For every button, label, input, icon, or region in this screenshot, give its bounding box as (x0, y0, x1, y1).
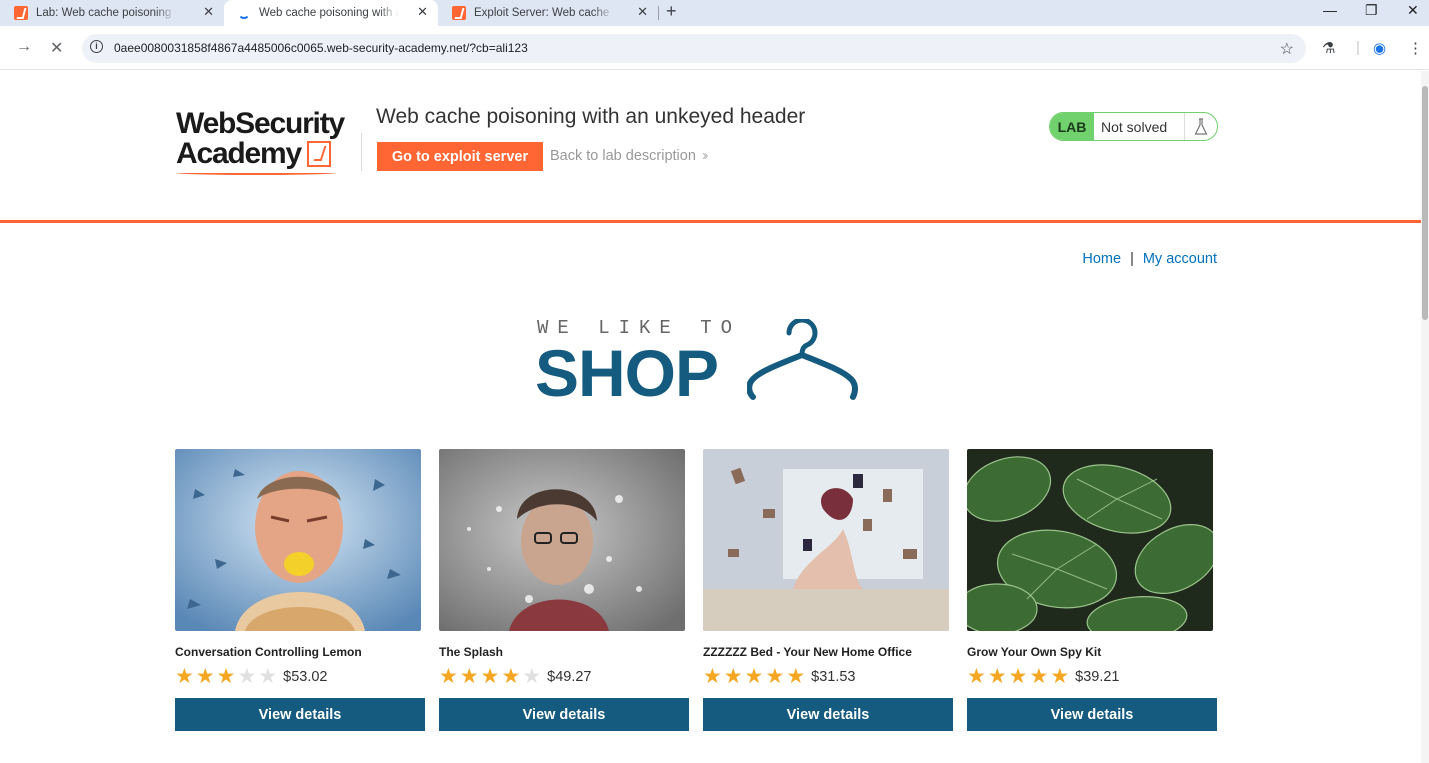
product-image-lemon[interactable] (175, 449, 421, 631)
minimize-icon[interactable]: — (1323, 2, 1337, 18)
product-image-bed[interactable] (703, 449, 949, 631)
browser-tab-current[interactable]: Web cache poisoning with an unkeyed head… (224, 0, 438, 26)
tab-title: Web cache poisoning with an unkeyed head… (259, 7, 399, 19)
close-tab-icon[interactable]: ✕ (417, 4, 428, 20)
labs-flask-icon[interactable]: ⚗ (1322, 39, 1335, 57)
product-price: $49.27 (547, 669, 592, 685)
portswigger-favicon-icon (452, 6, 466, 20)
close-tab-icon[interactable]: ✕ (203, 4, 214, 20)
banner-big-text: SHOP (535, 336, 719, 410)
double-chevron-right-icon: ›› (701, 148, 708, 164)
portswigger-favicon-icon (14, 6, 28, 20)
product-card: The Splash ★ ★ ★ ★ ★ $49.27 View details (439, 449, 689, 731)
close-tab-icon[interactable]: ✕ (637, 4, 648, 20)
my-account-link[interactable]: My account (1143, 251, 1217, 267)
tab-title: Lab: Web cache poisoning with an unkeyed… (36, 7, 176, 19)
browser-tab-strip: Lab: Web cache poisoning with an unkeyed… (0, 0, 1429, 26)
product-name: ZZZZZZ Bed - Your New Home Office (703, 645, 912, 659)
star-filled-icon: ★ (480, 665, 500, 688)
product-card: Conversation Controlling Lemon ★ ★ ★ ★ ★… (175, 449, 425, 731)
header-orange-rule (0, 220, 1421, 223)
stop-loading-icon[interactable]: ✕ (50, 38, 63, 58)
back-to-lab-description-link[interactable]: Back to lab description ›› (550, 148, 708, 164)
toolbar-divider: | (1356, 39, 1360, 56)
logo-line-2: Academy (176, 139, 344, 169)
star-filled-icon: ★ (786, 665, 806, 688)
home-link[interactable]: Home (1082, 251, 1121, 267)
tab-separator (658, 6, 659, 20)
star-filled-icon: ★ (175, 665, 194, 688)
view-details-button[interactable]: View details (703, 698, 953, 731)
star-filled-icon: ★ (195, 665, 215, 688)
back-link-label: Back to lab description (550, 148, 696, 164)
loading-spinner-icon (238, 7, 250, 19)
lab-status-text: Not solved (1101, 118, 1168, 135)
star-empty-icon: ★ (258, 665, 278, 688)
star-empty-icon: ★ (237, 665, 257, 688)
view-details-button[interactable]: View details (967, 698, 1217, 731)
page-content: WebSecurity Academy Web cache poisoning … (0, 71, 1421, 763)
star-filled-icon: ★ (216, 665, 236, 688)
scrollbar-thumb[interactable] (1422, 86, 1428, 320)
new-tab-icon[interactable]: + (666, 1, 677, 22)
product-price: $53.02 (283, 669, 328, 685)
forward-icon[interactable]: → (16, 38, 32, 56)
browser-tab-exploit-server[interactable]: Exploit Server: Web cache poisoning with… (438, 0, 658, 26)
product-name: Grow Your Own Spy Kit (967, 645, 1102, 659)
top-navigation: Home | My account (1082, 251, 1217, 267)
lab-label: LAB (1050, 113, 1094, 140)
star-filled-icon: ★ (1029, 665, 1049, 688)
close-window-icon[interactable]: ✕ (1407, 2, 1419, 19)
star-filled-icon: ★ (1008, 665, 1028, 688)
coat-hanger-icon (747, 319, 858, 400)
address-toolbar: → ✕ i 0aee0080031858f4867a4485006c0065.w… (0, 26, 1429, 70)
product-price: $31.53 (811, 669, 856, 685)
product-card: Grow Your Own Spy Kit ★ ★ ★ ★ ★ $39.21 V… (967, 449, 1217, 731)
star-filled-icon: ★ (987, 665, 1007, 688)
exploit-server-button[interactable]: Go to exploit server (377, 142, 543, 171)
profile-icon[interactable]: ◉ (1373, 39, 1386, 57)
address-bar[interactable]: i 0aee0080031858f4867a4485006c0065.web-s… (82, 34, 1306, 63)
star-filled-icon: ★ (723, 665, 743, 688)
product-image-leaves[interactable] (967, 449, 1213, 631)
star-filled-icon: ★ (744, 665, 764, 688)
restore-icon[interactable]: ❐ (1365, 2, 1378, 19)
we-like-to-shop-banner: WE LIKE TO SHOP (535, 315, 865, 410)
product-price: $39.21 (1075, 669, 1120, 685)
browser-tab-lab[interactable]: Lab: Web cache poisoning with an unkeyed… (0, 0, 224, 26)
logo-bolt-icon (307, 141, 332, 167)
star-empty-icon: ★ (522, 665, 542, 688)
star-filled-icon: ★ (703, 665, 722, 688)
bookmark-star-icon[interactable]: ☆ (1280, 39, 1294, 59)
star-filled-icon: ★ (1050, 665, 1070, 688)
url-text[interactable]: 0aee0080031858f4867a4485006c0065.web-sec… (114, 41, 528, 55)
lab-title: Web cache poisoning with an unkeyed head… (376, 105, 806, 128)
product-name: The Splash (439, 645, 504, 659)
menu-kebab-icon[interactable]: ⋮ (1408, 39, 1423, 57)
product-card: ZZZZZZ Bed - Your New Home Office ★ ★ ★ … (703, 449, 953, 731)
star-filled-icon: ★ (967, 665, 986, 688)
product-image-splash[interactable] (439, 449, 685, 631)
logo-line-1: WebSecurity (176, 107, 345, 140)
flask-icon (1184, 113, 1217, 140)
header-divider (361, 133, 362, 171)
lab-status-badge: LAB Not solved (1049, 112, 1218, 141)
star-filled-icon: ★ (501, 665, 521, 688)
nav-separator: | (1130, 251, 1134, 267)
view-details-button[interactable]: View details (175, 698, 425, 731)
star-filled-icon: ★ (765, 665, 785, 688)
site-info-icon[interactable]: i (90, 40, 103, 53)
tab-title: Exploit Server: Web cache poisoning with… (474, 7, 614, 19)
logo-swoosh (176, 171, 336, 175)
star-filled-icon: ★ (459, 665, 479, 688)
product-name: Conversation Controlling Lemon (175, 645, 362, 659)
web-security-academy-logo[interactable]: WebSecurity Academy (176, 107, 345, 175)
logo-line-2-text: Academy (176, 137, 302, 170)
star-filled-icon: ★ (439, 665, 458, 688)
view-details-button[interactable]: View details (439, 698, 689, 731)
